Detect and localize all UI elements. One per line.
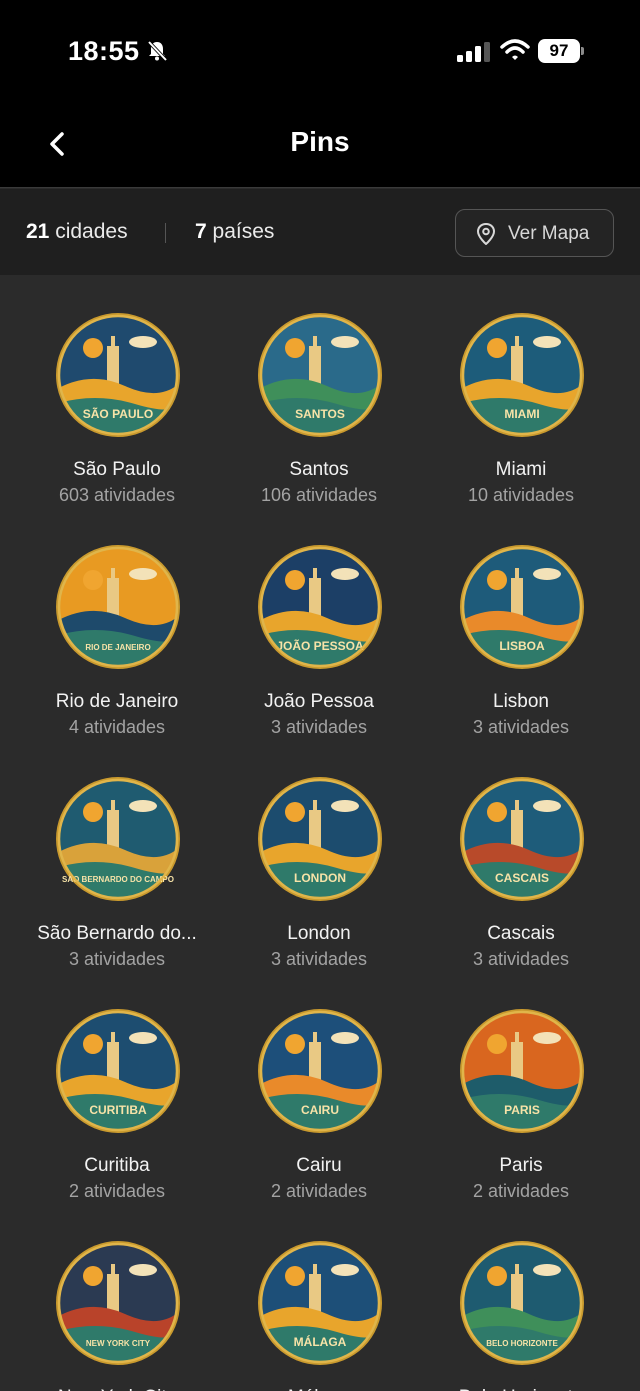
stat-divider [165,223,166,243]
city-pin-badge: CASCAIS [460,777,584,901]
city-pin-badge: BELO HORIZONTE [460,1241,584,1365]
city-pin-badge: LONDON [258,777,382,901]
badge-label: MIAMI [504,407,539,421]
city-pin-badge: SÃO BERNARDO DO CAMPO [56,777,180,901]
badge-label: SANTOS [295,407,345,421]
battery-indicator: 97 [538,39,584,63]
badge-label: BELO HORIZONTE [486,1339,558,1348]
pin-city-name: Lisbon [493,691,549,712]
wifi-icon [500,39,530,60]
pin-card[interactable]: SÃO PAULO São Paulo 603 atividades [17,276,217,508]
badge-label: NEW YORK CITY [86,1339,151,1348]
pin-city-name: São Bernardo do... [37,923,197,944]
pin-city-name: João Pessoa [264,691,374,712]
view-map-button[interactable]: Ver Mapa [455,209,614,257]
view-map-label: Ver Mapa [508,223,590,244]
city-pin-badge: SANTOS [258,313,382,437]
badge-label: CASCAIS [495,871,549,885]
city-pin-badge: LISBOA [460,545,584,669]
city-pin-badge: PARIS [460,1009,584,1133]
countries-stat: 7 países [195,220,274,244]
pin-activity-count: 2 atividades [270,1181,368,1201]
city-pin-badge: NEW YORK CITY [56,1241,180,1365]
pin-activity-count: 10 atividades [467,485,575,505]
pin-city-name: Cascais [487,923,555,944]
pin-city-name: Málaga [219,1387,419,1391]
pin-city-name: Cairu [296,1155,342,1176]
pin-activity-count: 106 atividades [260,485,378,505]
battery-nub [581,47,584,55]
pin-card[interactable]: NEW YORK CITY New York City [17,1204,217,1391]
pin-activity-count: 3 atividades [270,717,368,737]
countries-count: 7 [195,220,207,243]
pin-card[interactable]: CAIRU Cairu 2 atividades [219,972,419,1204]
badge-label: PARIS [504,1103,540,1117]
city-pin-badge: RIO DE JANEIRO [56,545,180,669]
pins-grid: SÃO PAULO São Paulo 603 atividades SANTOS Sa… [0,276,640,1391]
pin-activity-count: 3 atividades [270,949,368,969]
status-bar: 18:55 97 [0,0,640,100]
pin-city-name: São Paulo [73,459,161,480]
pin-city-name: London [287,923,351,944]
status-time: 18:55 [68,36,140,66]
page-title: Pins [290,126,350,157]
countries-label: países [212,220,275,243]
bell-muted-icon [147,40,168,62]
pin-activity-count: 3 atividades [472,949,570,969]
pin-activity-count: 3 atividades [68,949,166,969]
pin-card[interactable]: CASCAIS Cascais 3 atividades [421,740,621,972]
pin-card[interactable]: MÁLAGA Málaga [219,1204,419,1391]
badge-label: MÁLAGA [294,1334,347,1349]
city-pin-badge: SÃO PAULO [56,313,180,437]
pin-city-name: Miami [495,459,547,480]
badge-label: LISBOA [499,639,545,653]
pin-card[interactable]: LISBOA Lisbon 3 atividades [421,508,621,740]
city-pin-badge: JOÃO PESSOA [258,545,382,669]
battery-level: 97 [538,39,580,63]
cities-label: cidades [55,220,128,243]
pin-activity-count: 4 atividades [68,717,166,737]
pin-city-name: Curitiba [84,1155,150,1176]
pin-card[interactable]: SÃO BERNARDO DO CAMPO São Bernardo do... 3… [17,740,217,972]
city-pin-badge: CAIRU [258,1009,382,1133]
badge-label: JOÃO PESSOA [276,638,364,653]
summary-bar: 21 cidades 7 países Ver Mapa [0,189,640,275]
pin-card[interactable]: PARIS Paris 2 atividades [421,972,621,1204]
badge-label: SÃO PAULO [83,406,153,421]
navigation-bar: Pins [0,100,640,188]
pin-city-name: New York City [17,1387,217,1391]
pin-activity-count: 2 atividades [472,1181,570,1201]
pin-card[interactable]: RIO DE JANEIRO Rio de Janeiro 4 atividades [17,508,217,740]
badge-label: CURITIBA [89,1103,147,1117]
pin-activity-count: 2 atividades [68,1181,166,1201]
pin-activity-count: 3 atividades [472,717,570,737]
pin-card[interactable]: BELO HORIZONTE Belo Horizonte [421,1204,621,1391]
pin-card[interactable]: SANTOS Santos 106 atividades [219,276,419,508]
cellular-signal-icon [457,42,490,62]
map-pin-icon [476,223,496,245]
pin-city-name: Rio de Janeiro [55,691,179,712]
pin-card[interactable]: JOÃO PESSOA João Pessoa 3 atividades [219,508,419,740]
badge-label: LONDON [294,871,346,885]
city-pin-badge: CURITIBA [56,1009,180,1133]
pin-city-name: Belo Horizonte [421,1387,621,1391]
badge-label: RIO DE JANEIRO [85,643,150,652]
pin-card[interactable]: MIAMI Miami 10 atividades [421,276,621,508]
cities-stat: 21 cidades [26,220,128,244]
pin-card[interactable]: CURITIBA Curitiba 2 atividades [17,972,217,1204]
pin-activity-count: 603 atividades [58,485,176,505]
badge-label: CAIRU [301,1103,339,1117]
pin-city-name: Santos [289,459,349,480]
pin-city-name: Paris [499,1155,543,1176]
city-pin-badge: MÁLAGA [258,1241,382,1365]
pin-card[interactable]: LONDON London 3 atividades [219,740,419,972]
city-pin-badge: MIAMI [460,313,584,437]
cities-count: 21 [26,220,50,243]
